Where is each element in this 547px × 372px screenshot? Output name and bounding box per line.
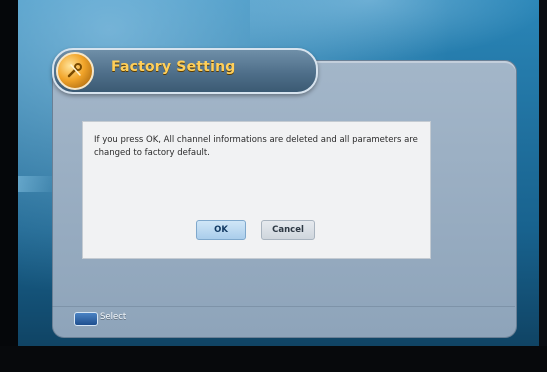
hint-select-label: Select (100, 312, 127, 322)
right-bezel (539, 0, 547, 372)
cancel-button[interactable]: Cancel (261, 220, 315, 240)
left-bezel (0, 0, 18, 372)
bottom-bezel (0, 346, 547, 372)
enter-key-icon (74, 312, 98, 326)
tools-icon (56, 52, 94, 90)
dialog-message: If you press OK, All channel information… (94, 135, 418, 158)
page-title: Factory Setting (111, 59, 236, 75)
ok-button[interactable]: OK (196, 220, 246, 240)
